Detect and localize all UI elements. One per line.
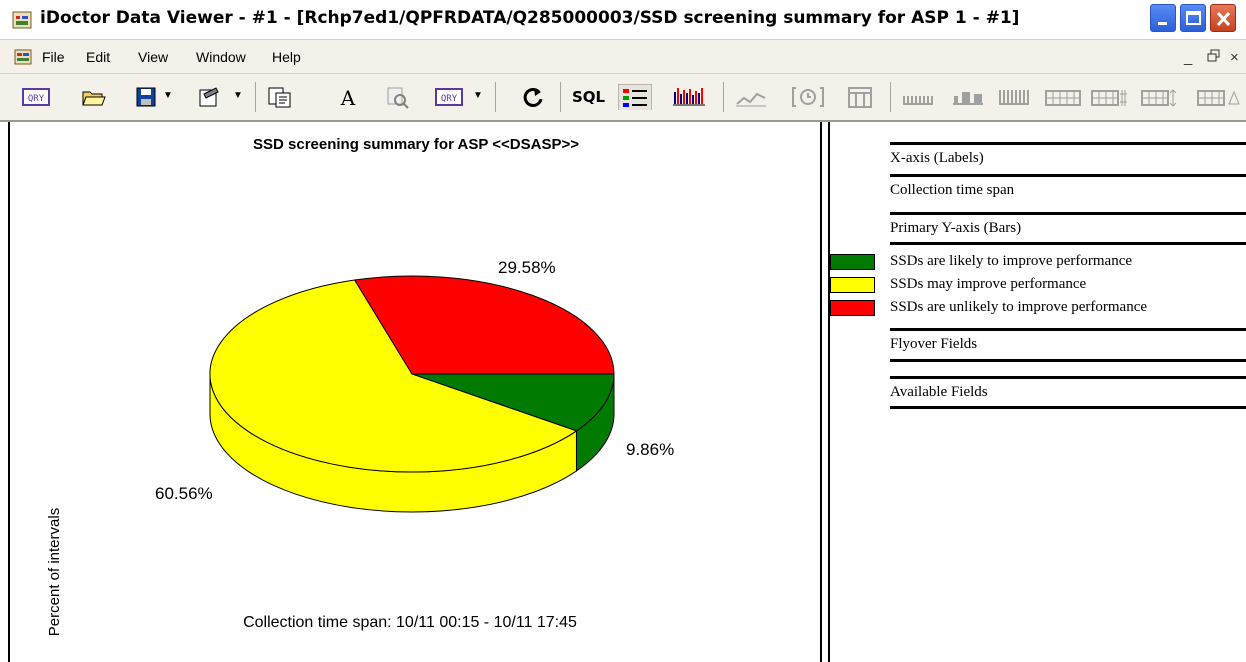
grid-bars-scale-icon[interactable] — [1140, 84, 1180, 110]
pie-label-may: 60.56% — [155, 484, 213, 503]
mdi-minimize-button[interactable]: _ — [1184, 49, 1192, 66]
line-chart-icon[interactable] — [734, 84, 768, 110]
toolbar: QRY ▼ ▼ A QRY ▼ SQL — [0, 74, 1246, 122]
bar-chart-icon[interactable] — [672, 84, 706, 110]
pane-splitter[interactable] — [820, 122, 830, 662]
toolbar-separator — [890, 82, 891, 112]
menu-help[interactable]: Help — [272, 49, 301, 65]
x-axis-section-header[interactable]: X-axis (Labels) — [890, 142, 1246, 176]
available-section-header[interactable]: Available Fields — [890, 376, 1246, 410]
menu-edit[interactable]: Edit — [86, 49, 110, 65]
menu-view[interactable]: View — [138, 49, 168, 65]
flyover-section-header-label: Flyover Fields — [890, 336, 978, 352]
find-icon[interactable] — [384, 84, 412, 110]
x-axis-section-header-label: X-axis (Labels) — [890, 150, 984, 166]
svg-text:QRY: QRY — [441, 94, 458, 104]
minimize-button[interactable] — [1150, 4, 1176, 32]
query-dropdown-icon[interactable]: QRY — [434, 84, 464, 110]
toolbar-separator — [723, 82, 724, 112]
legend-swatch-may — [830, 277, 875, 293]
query-dropdown-arrow-icon[interactable]: ▼ — [473, 90, 483, 101]
primary-y-section-header-label: Primary Y-axis (Bars) — [890, 220, 1022, 236]
open-folder-icon[interactable] — [80, 84, 106, 110]
grid-bars-icon[interactable] — [1044, 84, 1082, 110]
maximize-button[interactable] — [1180, 4, 1206, 32]
legend-label-unlikely: SSDs are unlikely to improve performance — [890, 299, 1148, 315]
pie-label-unlikely: 29.58% — [498, 258, 556, 277]
copy-icon[interactable] — [266, 84, 294, 110]
maximize-icon — [1186, 11, 1201, 25]
pie-label-likely: 9.86% — [626, 440, 675, 459]
grid-bars-axis-icon[interactable] — [1196, 84, 1246, 110]
mdi-close-button[interactable]: × — [1230, 49, 1239, 66]
legend-label-likely: SSDs are likely to improve performance — [890, 253, 1133, 269]
pie-chart[interactable] — [10, 122, 822, 662]
menu-bar: File Edit View Window Help _ × — [0, 40, 1246, 74]
divider — [890, 406, 1246, 409]
properties-dropdown-arrow-icon[interactable]: ▼ — [233, 90, 243, 101]
x-axis-label: Collection time span: 10/11 00:15 - 10/1… — [243, 614, 577, 631]
legend-pane: X-axis (Labels) Collection time span Pri… — [830, 122, 1246, 662]
legend-swatch-likely — [830, 254, 875, 270]
clock-icon[interactable] — [790, 84, 826, 110]
app-icon — [12, 11, 32, 29]
close-icon — [1216, 11, 1231, 27]
menu-window[interactable]: Window — [196, 49, 246, 65]
toolbar-separator — [255, 82, 256, 112]
svg-text:QRY: QRY — [28, 94, 45, 104]
refresh-icon[interactable] — [520, 84, 546, 110]
window-title: iDoctor Data Viewer - #1 - [Rchp7ed1/QPF… — [40, 8, 1020, 28]
document-icon[interactable] — [14, 49, 32, 65]
properties-icon[interactable] — [196, 84, 222, 110]
toolbar-separator — [495, 82, 496, 112]
x-axis-field[interactable]: Collection time span — [890, 174, 1246, 214]
save-icon[interactable] — [134, 84, 158, 110]
thin-bars-icon[interactable] — [900, 84, 936, 110]
save-dropdown-arrow-icon[interactable]: ▼ — [163, 90, 173, 101]
stacked-bars-icon[interactable] — [996, 84, 1032, 110]
close-button[interactable] — [1210, 4, 1236, 32]
minimize-icon — [1158, 22, 1167, 25]
font-icon[interactable]: A — [336, 84, 360, 110]
title-bar: iDoctor Data Viewer - #1 - [Rchp7ed1/QPF… — [0, 0, 1246, 40]
mdi-restore-button[interactable] — [1207, 49, 1221, 67]
legend-label-may: SSDs may improve performance — [890, 276, 1087, 292]
menu-file[interactable]: File — [42, 49, 65, 65]
legend-swatch-unlikely — [830, 300, 875, 316]
sql-button[interactable]: SQL — [572, 88, 605, 106]
divider — [890, 242, 1246, 245]
calendar-icon[interactable] — [846, 84, 874, 110]
grid-bars-sort-icon[interactable] — [1090, 84, 1130, 110]
x-axis-field-label: Collection time span — [890, 182, 1015, 198]
restore-icon — [1207, 49, 1220, 62]
divider — [890, 359, 1246, 362]
legend-toggle-icon[interactable] — [618, 84, 652, 110]
available-section-header-label: Available Fields — [890, 384, 988, 400]
toolbar-separator — [560, 82, 561, 112]
query-icon[interactable]: QRY — [20, 84, 52, 110]
chart-pane: SSD screening summary for ASP <<DSASP>> … — [8, 122, 820, 662]
svg-text:A: A — [340, 86, 356, 110]
wide-bars-icon[interactable] — [950, 84, 986, 110]
